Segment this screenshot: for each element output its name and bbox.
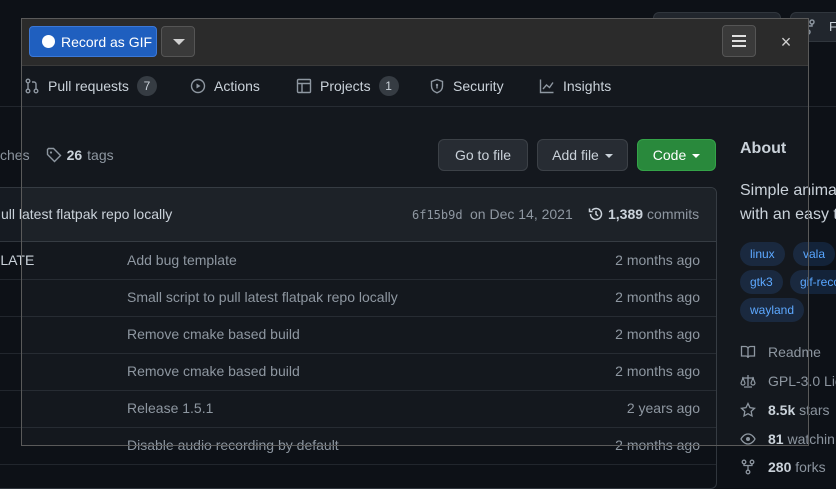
record-format-dropdown[interactable] (161, 26, 195, 57)
record-label: Record as GIF (61, 33, 153, 50)
forks-label: forks (795, 459, 826, 475)
forks-count: 280 (768, 459, 792, 475)
record-icon (42, 35, 55, 48)
close-button[interactable]: × (774, 31, 798, 53)
recorder-toolbar[interactable]: Record as GIF × (22, 19, 808, 66)
forks-link[interactable]: 280 forks (740, 457, 826, 477)
hamburger-icon (732, 40, 746, 42)
menu-button[interactable] (722, 25, 756, 57)
fork-icon (740, 459, 756, 475)
hamburger-icon (732, 35, 746, 37)
chevron-down-icon (173, 39, 185, 45)
hamburger-icon (732, 45, 746, 47)
fork-label: Fo (829, 19, 836, 34)
recording-frame[interactable]: Record as GIF × (21, 18, 809, 446)
record-as-gif-button[interactable]: Record as GIF (29, 26, 157, 57)
